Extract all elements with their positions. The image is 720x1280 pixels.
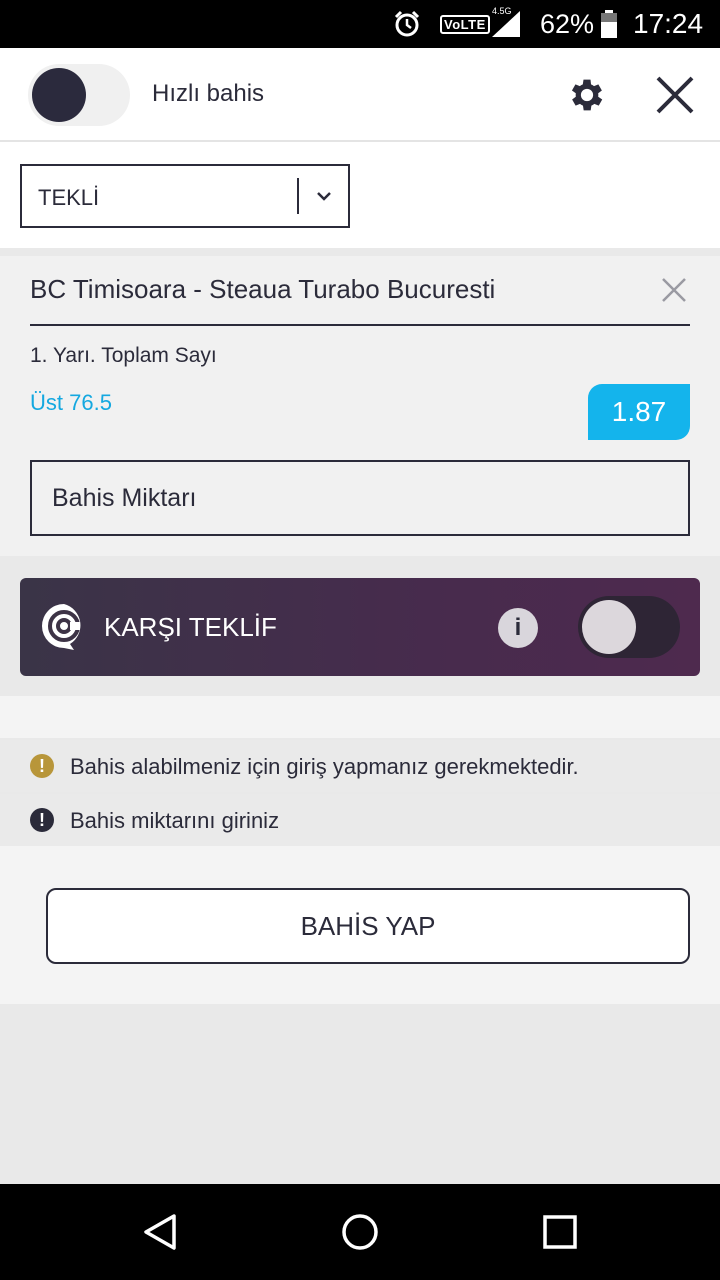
signal-icon [490, 0, 524, 48]
selection-name: Üst 76.5 [30, 390, 112, 415]
message-text: Bahis miktarını giriniz [70, 808, 280, 833]
navigation-bar [0, 1184, 720, 1280]
counter-offer-section: KARŞI TEKLİF i [0, 556, 720, 696]
betslip-header: Hızlı bahis [0, 48, 720, 142]
alarm-icon [392, 0, 424, 48]
stake-required-message: ! Bahis miktarını giriniz [0, 794, 720, 846]
quick-bet-toggle[interactable] [28, 64, 130, 126]
counter-offer-logo-icon [40, 602, 88, 652]
match-title: BC Timisoara - Steaua Turabo Bucuresti [30, 274, 496, 304]
gear-icon[interactable] [566, 74, 608, 116]
counter-offer-toggle[interactable] [578, 596, 680, 658]
stake-input[interactable]: Bahis Miktarı [30, 460, 690, 536]
bet-type-value: TEKLİ [38, 185, 100, 210]
market-name: 1. Yarı. Toplam Sayı [30, 344, 217, 367]
dropdown-divider [297, 178, 299, 214]
message-text: Bahis alabilmeniz için giriş yapmanız ge… [70, 754, 579, 779]
bet-type-section: TEKLİ [0, 142, 720, 248]
battery-icon [600, 0, 620, 48]
clock: 17:24 [633, 8, 704, 39]
divider [30, 324, 690, 326]
remove-selection-icon[interactable] [660, 276, 688, 304]
counter-offer-label: KARŞI TEKLİF [104, 612, 277, 642]
login-required-message: ! Bahis alabilmeniz için giriş yapmanız … [0, 740, 720, 792]
warning-icon: ! [30, 754, 54, 778]
volte-icon: VoLTE [440, 0, 490, 48]
battery-percentage: 62% [540, 8, 595, 39]
place-bet-button[interactable]: BAHİS YAP [46, 888, 690, 964]
bet-type-dropdown[interactable]: TEKLİ [20, 164, 350, 228]
recent-apps-icon[interactable] [542, 1214, 578, 1250]
stake-placeholder: Bahis Miktarı [52, 484, 197, 512]
toggle-knob [582, 600, 636, 654]
error-icon: ! [30, 808, 54, 832]
place-bet-area: BAHİS YAP [0, 846, 720, 1004]
home-icon[interactable] [340, 1212, 380, 1252]
status-bar: VoLTE 4.5G 62% 17:24 [0, 0, 720, 48]
toggle-knob [32, 68, 86, 122]
quick-bet-label: Hızlı bahis [152, 80, 265, 107]
back-icon[interactable] [140, 1212, 180, 1252]
odds-badge: 1.87 [588, 384, 690, 440]
chevron-down-icon [312, 184, 336, 208]
info-icon[interactable]: i [498, 608, 538, 648]
counter-offer-banner: KARŞI TEKLİF i [20, 578, 700, 676]
close-icon[interactable] [654, 74, 696, 116]
section-spacer [0, 696, 720, 738]
bet-slip-item: BC Timisoara - Steaua Turabo Bucuresti 1… [0, 256, 720, 556]
